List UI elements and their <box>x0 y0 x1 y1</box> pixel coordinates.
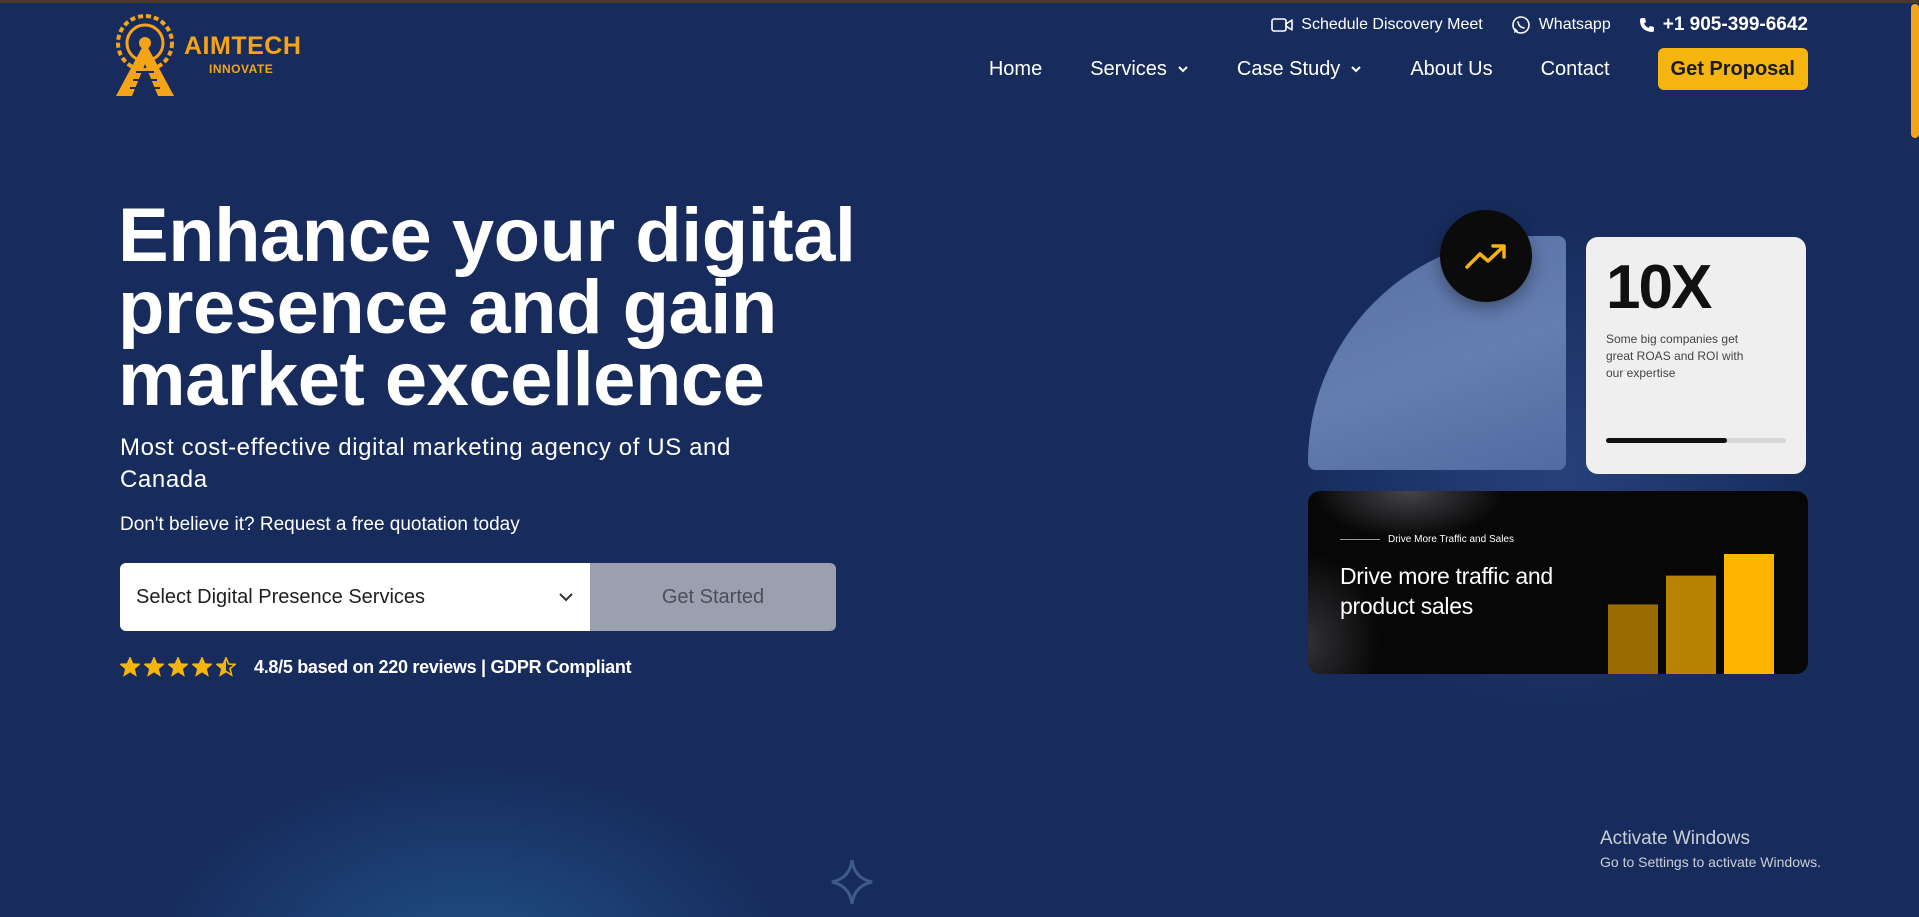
stat-progress-bar <box>1606 438 1786 443</box>
nav-home[interactable]: Home <box>989 58 1042 81</box>
stat-progress-fill <box>1606 438 1727 443</box>
stat-value: 10X <box>1606 253 1712 322</box>
trend-badge <box>1440 210 1532 302</box>
whatsapp-icon <box>1511 16 1530 34</box>
promo-eyebrow-text: Drive More Traffic and Sales <box>1388 534 1514 545</box>
scrollbar-thumb[interactable] <box>1911 4 1919 138</box>
promo-bar-1 <box>1608 604 1658 674</box>
hero-title: Enhance your digital presence and gain m… <box>118 193 856 422</box>
promo-bar-3 <box>1724 554 1774 674</box>
phone-number: +1 905-399-6642 <box>1662 14 1808 35</box>
stat-description: Some big companies get great ROAS and RO… <box>1606 332 1744 380</box>
promo-bar-2 <box>1666 575 1716 674</box>
brand-logo[interactable]: AIMTECH INNOVATE <box>112 12 312 98</box>
star-rating <box>120 657 236 677</box>
chevron-down-icon <box>1178 66 1188 73</box>
nav-services[interactable]: Services <box>1090 58 1189 81</box>
windows-activation-watermark: Activate Windows Go to Settings to activ… <box>1600 828 1821 870</box>
nav-case-study[interactable]: Case Study <box>1237 58 1362 81</box>
get-started-button[interactable]: Get Started <box>590 563 836 631</box>
schedule-meet-link[interactable]: Schedule Discovery Meet <box>1271 16 1483 34</box>
services-select-value: Select Digital Presence Services <box>136 585 426 608</box>
schedule-meet-label: Schedule Discovery Meet <box>1301 16 1483 33</box>
brand-name: AIMTECH <box>184 32 302 60</box>
chevron-down-icon <box>559 593 573 602</box>
star-full-icon <box>144 657 164 677</box>
rating-summary: 4.8/5 based on 220 reviews | GDPR Compli… <box>120 654 632 680</box>
chevron-down-icon <box>1351 66 1362 73</box>
quote-form: Select Digital Presence Services Get Sta… <box>120 563 836 631</box>
nav-about[interactable]: About Us <box>1410 58 1492 81</box>
sparkle-icon <box>831 859 873 905</box>
promo-card: Drive More Traffic and Sales Drive more … <box>1308 491 1808 674</box>
trending-up-icon <box>1465 244 1506 269</box>
hero-note: Don't believe it? Request a free quotati… <box>120 514 520 535</box>
services-select[interactable]: Select Digital Presence Services <box>120 563 590 631</box>
main-nav: Home Services Case Study About Us Contac… <box>941 48 1808 90</box>
star-full-icon <box>168 657 188 677</box>
whatsapp-label: Whatsapp <box>1538 16 1611 33</box>
top-contact-bar: Schedule Discovery Meet Whatsapp +1 905-… <box>1243 14 1808 36</box>
nav-contact[interactable]: Contact <box>1541 58 1610 81</box>
rating-text: 4.8/5 based on 220 reviews | GDPR Compli… <box>254 656 632 677</box>
nav-case-study-label: Case Study <box>1236 57 1341 80</box>
star-full-icon <box>120 657 140 677</box>
star-half-icon <box>216 657 236 677</box>
phone-link[interactable]: +1 905-399-6642 <box>1639 14 1808 36</box>
promo-eyebrow: Drive More Traffic and Sales <box>1340 534 1514 545</box>
nav-services-label: Services <box>1090 57 1167 80</box>
phone-icon <box>1639 18 1654 32</box>
activate-subtitle: Go to Settings to activate Windows. <box>1600 854 1821 870</box>
eyebrow-divider <box>1340 539 1380 540</box>
brand-tagline: INNOVATE <box>209 62 274 76</box>
star-full-icon <box>192 657 212 677</box>
video-camera-icon <box>1271 18 1294 32</box>
promo-heading: Drive more traffic and product sales <box>1340 563 1553 619</box>
activate-title: Activate Windows <box>1600 828 1750 849</box>
stat-card: 10X Some big companies get great ROAS an… <box>1586 237 1806 474</box>
top-border <box>0 0 1919 3</box>
get-proposal-button[interactable]: Get Proposal <box>1657 48 1808 90</box>
whatsapp-link[interactable]: Whatsapp <box>1511 15 1611 35</box>
hero-subtitle: Most cost-effective digital marketing ag… <box>120 434 731 493</box>
bar-graphic <box>1608 554 1774 674</box>
tower-logo-icon <box>116 14 174 96</box>
